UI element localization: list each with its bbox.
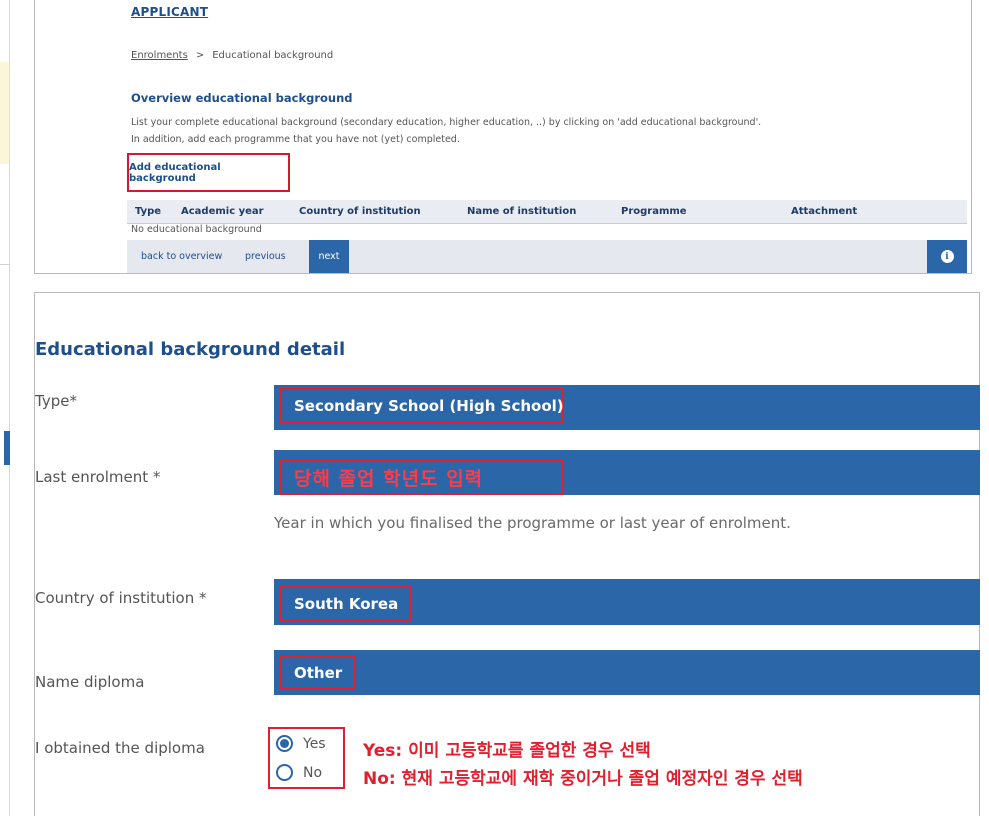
previous-button[interactable]: previous bbox=[245, 240, 286, 273]
next-button[interactable]: next bbox=[309, 240, 349, 273]
add-educational-background-label: Add educational background bbox=[129, 161, 221, 184]
column-programme[interactable]: Programme bbox=[621, 206, 687, 217]
radio-selected-icon bbox=[276, 735, 293, 752]
country-label: Country of institution * bbox=[35, 589, 207, 607]
left-panel-divider bbox=[0, 264, 10, 265]
obtained-diploma-radio-group: Yes No bbox=[268, 727, 345, 789]
last-enrolment-value: 당해 졸업 학년도 입력 bbox=[294, 467, 484, 490]
column-country-of-institution[interactable]: Country of institution bbox=[299, 206, 421, 217]
educational-background-detail-panel: Educational background detail Type* Seco… bbox=[34, 292, 980, 816]
yes-annotation-key: Yes: bbox=[363, 741, 403, 761]
overview-description-line1: List your complete educational backgroun… bbox=[131, 117, 762, 128]
country-value-highlight[interactable]: South Korea bbox=[280, 586, 411, 621]
last-enrolment-hint: Year in which you finalised the programm… bbox=[274, 514, 791, 532]
empty-table-message: No educational background bbox=[131, 224, 262, 235]
type-value: Secondary School (High School) bbox=[294, 397, 564, 415]
overview-title: Overview educational background bbox=[131, 91, 353, 105]
back-to-overview-button[interactable]: back to overview bbox=[141, 240, 222, 273]
navigation-bar: back to overview previous next i bbox=[127, 240, 967, 273]
breadcrumb-current: Educational background bbox=[212, 50, 334, 61]
obtained-diploma-label: I obtained the diploma bbox=[35, 739, 205, 757]
breadcrumb: Enrolments > Educational background bbox=[131, 50, 333, 61]
education-table-header: Type Academic year Country of institutio… bbox=[127, 200, 967, 224]
left-panel-active-marker bbox=[4, 431, 10, 465]
applicant-link[interactable]: APPLICANT bbox=[131, 5, 208, 19]
type-label: Type* bbox=[35, 392, 77, 410]
info-icon: i bbox=[940, 250, 954, 263]
breadcrumb-enrolments-link[interactable]: Enrolments bbox=[131, 50, 188, 61]
detail-title: Educational background detail bbox=[35, 339, 346, 360]
obtained-no-label: No bbox=[303, 764, 323, 781]
obtained-yes-label: Yes bbox=[303, 735, 326, 752]
obtained-yes-radio[interactable]: Yes bbox=[276, 735, 326, 752]
type-value-highlight[interactable]: Secondary School (High School) bbox=[280, 388, 564, 424]
breadcrumb-separator: > bbox=[195, 50, 205, 61]
enrolment-overview-panel: APPLICANT Enrolments > Educational backgro… bbox=[34, 0, 972, 274]
info-button[interactable]: i bbox=[927, 240, 967, 273]
no-annotation: No: 현재 고등학교에 재학 중이거나 졸업 예정자인 경우 선택 bbox=[363, 764, 803, 789]
column-academic-year[interactable]: Academic year bbox=[181, 206, 264, 217]
no-annotation-key: No: bbox=[363, 769, 396, 789]
name-diploma-value: Other bbox=[294, 663, 343, 682]
add-educational-background-button[interactable]: Add educational background bbox=[127, 153, 290, 192]
column-attachment[interactable]: Attachment bbox=[791, 206, 857, 217]
name-diploma-select[interactable] bbox=[274, 650, 980, 695]
last-enrolment-label: Last enrolment * bbox=[35, 468, 161, 486]
yes-annotation-text: 이미 고등학교를 졸업한 경우 선택 bbox=[408, 741, 651, 761]
overview-description-line2: In addition, add each programme that you… bbox=[131, 134, 460, 145]
radio-unselected-icon bbox=[276, 764, 293, 781]
no-annotation-text: 현재 고등학교에 재학 중이거나 졸업 예정자인 경우 선택 bbox=[401, 769, 803, 789]
overview-description: List your complete educational backgroun… bbox=[131, 114, 831, 148]
obtained-no-radio[interactable]: No bbox=[276, 764, 322, 781]
name-diploma-label: Name diploma bbox=[35, 673, 145, 691]
column-name-of-institution[interactable]: Name of institution bbox=[467, 206, 576, 217]
column-type[interactable]: Type bbox=[135, 206, 161, 217]
name-diploma-value-highlight[interactable]: Other bbox=[280, 655, 356, 690]
left-panel-highlight bbox=[0, 62, 10, 164]
last-enrolment-value-highlight[interactable]: 당해 졸업 학년도 입력 bbox=[280, 459, 564, 495]
yes-annotation: Yes: 이미 고등학교를 졸업한 경우 선택 bbox=[363, 736, 651, 761]
country-value: South Korea bbox=[294, 594, 399, 613]
